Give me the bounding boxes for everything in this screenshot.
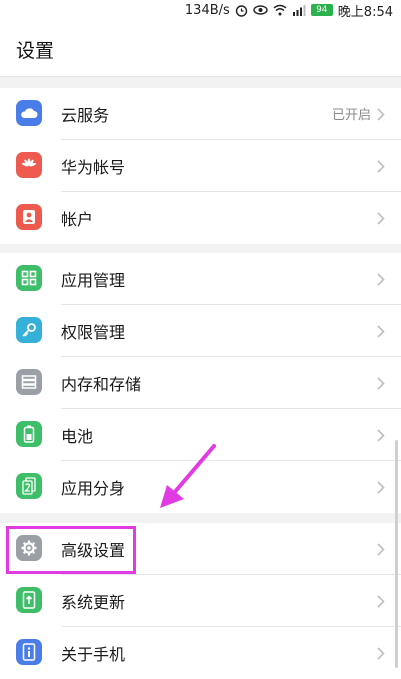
chevron-right-icon xyxy=(377,106,385,125)
chevron-right-icon xyxy=(377,479,385,498)
settings-item-label: 应用分身 xyxy=(61,479,126,498)
update-icon xyxy=(16,587,42,613)
chevron-right-icon xyxy=(377,271,385,290)
settings-item-label: 电池 xyxy=(61,427,94,446)
settings-item-about-phone[interactable]: 关于手机 xyxy=(0,627,401,679)
settings-item-huawei-account[interactable]: 华为帐号 xyxy=(0,140,401,192)
alarm-icon xyxy=(235,4,248,17)
settings-item-label: 系统更新 xyxy=(61,593,126,612)
settings-group-device: 应用管理 权限管理 内存和存储 电池 应用分身 xyxy=(0,253,401,513)
eye-icon xyxy=(253,4,268,16)
page-title: 设置 xyxy=(16,40,55,62)
settings-item-label: 内存和存储 xyxy=(61,375,142,394)
highlight-box xyxy=(6,526,136,574)
info-icon xyxy=(16,639,42,665)
settings-item-battery[interactable]: 电池 xyxy=(0,409,401,461)
network-speed: 134B/s xyxy=(184,2,230,18)
settings-group-account: 云服务 已开启 华为帐号 帐户 xyxy=(0,88,401,244)
chevron-right-icon xyxy=(377,210,385,229)
apps-icon xyxy=(16,265,42,291)
settings-item-label: 权限管理 xyxy=(61,323,126,342)
app-twin-icon xyxy=(16,473,42,499)
chevron-right-icon xyxy=(377,427,385,446)
user-icon xyxy=(16,204,42,230)
chevron-right-icon xyxy=(377,158,385,177)
settings-item-app-twin[interactable]: 应用分身 xyxy=(0,461,401,513)
settings-item-label: 华为帐号 xyxy=(61,158,126,177)
signal-icon xyxy=(292,4,306,16)
battery-indicator: 94 xyxy=(310,4,333,16)
chevron-right-icon xyxy=(377,323,385,342)
settings-item-label: 帐户 xyxy=(61,210,94,229)
chevron-right-icon xyxy=(377,645,385,664)
app-header: 设置 xyxy=(0,20,401,77)
settings-item-app-management[interactable]: 应用管理 xyxy=(0,253,401,305)
chevron-right-icon xyxy=(377,593,385,612)
settings-item-label: 云服务 xyxy=(61,106,110,125)
wifi-icon xyxy=(273,4,287,16)
scrollbar[interactable] xyxy=(395,440,398,668)
clock: 晚上8:54 xyxy=(337,4,393,20)
chevron-right-icon xyxy=(377,541,385,560)
huawei-icon xyxy=(16,152,42,178)
battery-level: 94 xyxy=(316,5,328,15)
battery-icon xyxy=(16,421,42,447)
key-icon xyxy=(16,317,42,343)
settings-item-cloud[interactable]: 云服务 已开启 xyxy=(0,88,401,140)
settings-item-storage[interactable]: 内存和存储 xyxy=(0,357,401,409)
chevron-right-icon xyxy=(377,375,385,394)
settings-item-accounts[interactable]: 帐户 xyxy=(0,192,401,244)
settings-item-system-update[interactable]: 系统更新 xyxy=(0,575,401,627)
cloud-icon xyxy=(16,100,42,126)
settings-item-permissions[interactable]: 权限管理 xyxy=(0,305,401,357)
status-bar: 134B/s 94 晚上8:54 xyxy=(0,0,401,20)
storage-icon xyxy=(16,369,42,395)
settings-item-value: 已开启 xyxy=(331,108,371,123)
settings-item-label: 应用管理 xyxy=(61,271,126,290)
settings-item-label: 关于手机 xyxy=(61,645,126,664)
